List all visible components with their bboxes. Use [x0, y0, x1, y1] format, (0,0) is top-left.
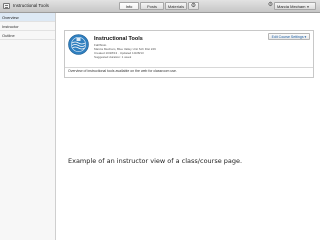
tab-info[interactable]: Info	[119, 2, 139, 10]
course-card: Instructional Tools Fall/Sisto Marcia Me…	[64, 30, 314, 78]
user-name: Marcia Mecham	[277, 4, 306, 9]
divider	[65, 67, 313, 68]
figure-caption: Example of an instructor view of a class…	[68, 157, 243, 165]
course-overview-text: Overview of instructional tools availabl…	[68, 69, 177, 73]
tab-materials[interactable]: Materials	[165, 2, 187, 10]
chevron-down-icon: ▼	[306, 5, 310, 9]
edit-course-settings-button[interactable]: Edit Course Settings ▾	[268, 33, 310, 40]
sidebar-item-outline[interactable]: Outline	[0, 31, 55, 40]
gear-icon: ⚙	[190, 3, 197, 9]
app-title: Instructional Tools	[13, 3, 49, 8]
sidebar-item-instructor[interactable]: Instructor	[0, 22, 55, 31]
user-gear-icon[interactable]: ⚙	[267, 2, 274, 10]
course-title: Instructional Tools	[94, 36, 143, 42]
user-menu[interactable]: Marcia Mecham▼	[274, 2, 316, 10]
sidebar: Overview Instructor Outline	[0, 13, 56, 240]
sidebar-item-overview[interactable]: Overview	[0, 13, 55, 22]
app-menu-icon[interactable]	[3, 3, 10, 9]
top-bar: Instructional Tools Info Posts Materials…	[0, 0, 320, 13]
course-logo-icon	[68, 34, 89, 55]
course-duration: Suggested duration: 1 week	[94, 55, 132, 59]
settings-button[interactable]: ⚙	[188, 2, 199, 10]
tab-posts[interactable]: Posts	[140, 2, 164, 10]
